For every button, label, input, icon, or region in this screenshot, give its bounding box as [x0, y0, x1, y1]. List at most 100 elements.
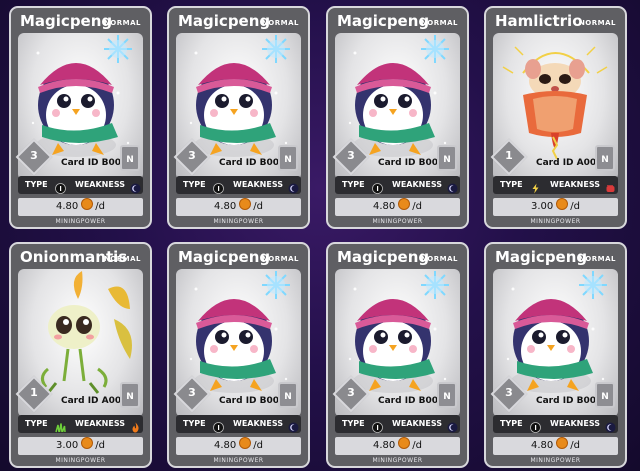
mining-power-label: MININGPOWER: [372, 457, 423, 464]
level-number: 3: [347, 386, 355, 399]
rarity-label: NORMAL: [578, 19, 616, 27]
mining-rate: 4.80/d: [18, 198, 143, 216]
level-number: 1: [30, 386, 38, 399]
card-name: Magicpeng: [178, 12, 271, 30]
rarity-label: NORMAL: [103, 255, 141, 263]
type-label: TYPE: [183, 419, 206, 428]
nft-card[interactable]: Magicpeng NORMAL 3 Card ID B005 N TYPE W…: [326, 242, 469, 468]
level-number: 3: [188, 149, 196, 162]
rarity-label: NORMAL: [420, 255, 458, 263]
card-id: Card ID A002: [61, 396, 128, 406]
rarity-label: NORMAL: [578, 255, 616, 263]
fire-icon: [130, 418, 141, 433]
nft-card[interactable]: Onionmantis NORMAL 1 Card ID A002 N TYPE…: [9, 242, 152, 468]
mining-rate: 4.80/d: [335, 437, 460, 455]
card-id: Card ID B005: [219, 396, 286, 406]
weakness-label: WEAKNESS: [392, 180, 443, 189]
card-id: Card ID B005: [61, 158, 128, 168]
weakness-label: WEAKNESS: [75, 419, 126, 428]
rarity-label: NORMAL: [261, 255, 299, 263]
dark-circle-icon: [530, 418, 541, 433]
fist-icon: [605, 179, 616, 192]
nft-card[interactable]: Magicpeng NORMAL 3 Card ID B005 N TYPE W…: [326, 6, 469, 229]
type-label: TYPE: [342, 180, 365, 189]
coin-icon: [239, 437, 252, 449]
type-weakness-bar: TYPE WEAKNESS: [18, 415, 143, 433]
nft-card[interactable]: Hamlictrio NORMAL 1 Card ID A001 N TYPE …: [484, 6, 627, 229]
card-name: Magicpeng: [20, 12, 113, 30]
weakness-label: WEAKNESS: [550, 180, 601, 189]
nft-card[interactable]: Magicpeng NORMAL 3 Card ID B005 N TYPE W…: [9, 6, 152, 229]
mining-power-label: MININGPOWER: [213, 457, 264, 464]
coin-icon: [81, 437, 94, 449]
dark-circle-icon: [372, 179, 383, 194]
mining-power-label: MININGPOWER: [55, 218, 106, 225]
mining-power-label: MININGPOWER: [530, 457, 581, 464]
coin-icon: [398, 437, 411, 449]
weakness-label: WEAKNESS: [75, 180, 126, 189]
card-id: Card ID B005: [536, 396, 603, 406]
card-header: Magicpeng NORMAL: [486, 244, 625, 272]
rarity-label: NORMAL: [261, 19, 299, 27]
normal-badge: N: [437, 382, 457, 408]
type-weakness-bar: TYPE WEAKNESS: [335, 176, 460, 194]
card-header: Magicpeng NORMAL: [169, 244, 308, 272]
dark-circle-icon: [213, 179, 224, 194]
nft-card[interactable]: Magicpeng NORMAL 3 Card ID B005 N TYPE W…: [167, 6, 310, 229]
moon-icon: [288, 179, 299, 194]
weakness-label: WEAKNESS: [233, 419, 284, 428]
mining-rate: 4.80/d: [176, 437, 301, 455]
weakness-label: WEAKNESS: [392, 419, 443, 428]
card-id: Card ID B005: [378, 158, 445, 168]
grass-icon: [55, 418, 66, 433]
card-name: Magicpeng: [495, 248, 588, 266]
type-weakness-bar: TYPE WEAKNESS: [176, 176, 301, 194]
normal-badge: N: [595, 382, 615, 408]
mining-rate: 3.00/d: [493, 198, 618, 216]
moon-icon: [130, 179, 141, 194]
card-name: Magicpeng: [337, 12, 430, 30]
level-number: 3: [347, 149, 355, 162]
level-number: 3: [30, 149, 38, 162]
weakness-label: WEAKNESS: [233, 180, 284, 189]
coin-icon: [81, 198, 94, 210]
nft-card[interactable]: Magicpeng NORMAL 3 Card ID B005 N TYPE W…: [167, 242, 310, 468]
card-name: Magicpeng: [178, 248, 271, 266]
type-weakness-bar: TYPE WEAKNESS: [493, 415, 618, 433]
mining-rate: 3.00/d: [18, 437, 143, 455]
moon-icon: [447, 418, 458, 433]
coin-icon: [398, 198, 411, 210]
card-header: Onionmantis NORMAL: [11, 244, 150, 272]
dark-circle-icon: [55, 179, 66, 194]
moon-icon: [605, 418, 616, 433]
type-weakness-bar: TYPE WEAKNESS: [176, 415, 301, 433]
type-label: TYPE: [342, 419, 365, 428]
coin-icon: [239, 198, 252, 210]
card-header: Magicpeng NORMAL: [169, 8, 308, 36]
type-label: TYPE: [183, 180, 206, 189]
moon-icon: [288, 418, 299, 433]
card-name: Magicpeng: [337, 248, 430, 266]
rarity-label: NORMAL: [103, 19, 141, 27]
dark-circle-icon: [372, 418, 383, 433]
normal-badge: N: [278, 145, 298, 171]
coin-icon: [556, 198, 569, 210]
coin-icon: [556, 437, 569, 449]
mining-power-label: MININGPOWER: [530, 218, 581, 225]
card-grid: Magicpeng NORMAL 3 Card ID B005 N TYPE W…: [0, 0, 640, 471]
card-header: Magicpeng NORMAL: [11, 8, 150, 36]
normal-badge: N: [437, 145, 457, 171]
level-number: 3: [188, 386, 196, 399]
normal-badge: N: [278, 382, 298, 408]
type-label: TYPE: [25, 419, 48, 428]
nft-card[interactable]: Magicpeng NORMAL 3 Card ID B005 N TYPE W…: [484, 242, 627, 468]
normal-badge: N: [120, 145, 140, 171]
type-weakness-bar: TYPE WEAKNESS: [493, 176, 618, 194]
weakness-label: WEAKNESS: [550, 419, 601, 428]
lightning-icon: [530, 179, 541, 194]
type-weakness-bar: TYPE WEAKNESS: [335, 415, 460, 433]
normal-badge: N: [120, 382, 140, 408]
mining-rate: 4.80/d: [493, 437, 618, 455]
card-id: Card ID B005: [378, 396, 445, 406]
mining-power-label: MININGPOWER: [372, 218, 423, 225]
